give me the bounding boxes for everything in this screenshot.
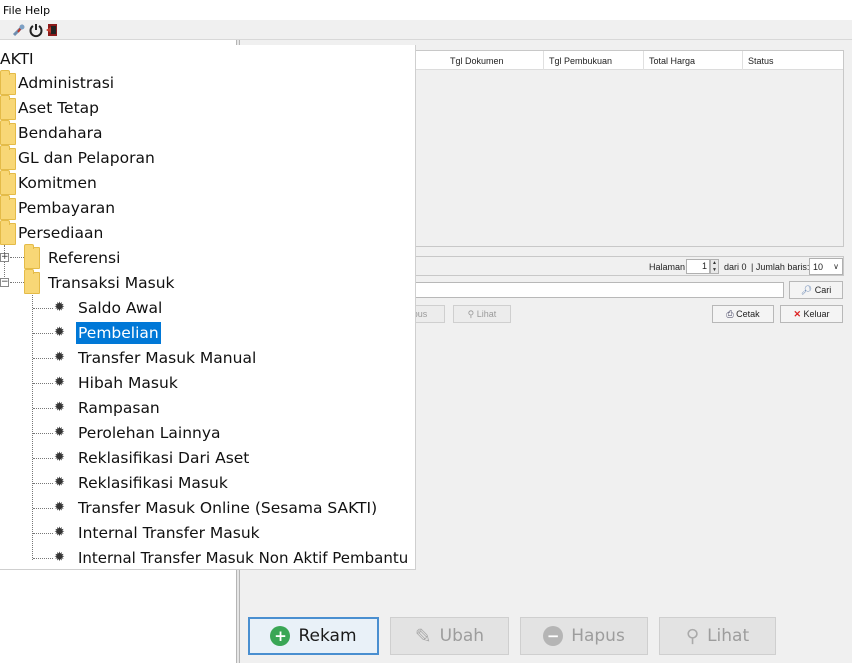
tree-item-bendahara[interactable]: Bendahara (18, 122, 103, 144)
folder-icon (0, 220, 16, 245)
module-tree: AKTI Administrasi Aset Tetap Bendahara G… (0, 45, 416, 570)
lihat-button[interactable]: ⚲ Lihat (659, 617, 776, 655)
tree-item-transfer-masuk-online[interactable]: Transfer Masuk Online (Sesama SAKTI) (78, 497, 377, 519)
tree-item-hibah-masuk[interactable]: Hibah Masuk (78, 372, 178, 394)
tree-item-reklasifikasi-dari-aset[interactable]: Reklasifikasi Dari Aset (78, 447, 249, 469)
tree-item-perolehan-lainnya[interactable]: Perolehan Lainnya (78, 422, 221, 444)
tree-item-rampasan[interactable]: Rampasan (78, 397, 160, 419)
folder-icon (24, 244, 40, 269)
gear-icon: ✹ (54, 500, 65, 515)
printer-icon: ⎙ (726, 309, 734, 319)
gear-icon: ✹ (54, 375, 65, 390)
folder-icon (0, 95, 16, 120)
remove-icon: − (543, 626, 564, 646)
gear-icon: ✹ (54, 525, 65, 540)
page-number-input[interactable]: 1 (686, 259, 710, 274)
page-spinner[interactable]: ▲ ▼ (710, 259, 719, 274)
magnifier-icon: ⚲ (467, 309, 475, 319)
page-label: Halaman (649, 262, 686, 272)
tree-item-reklasifikasi-masuk[interactable]: Reklasifikasi Masuk (78, 472, 228, 494)
tree-item-transaksi-masuk[interactable]: Transaksi Masuk (48, 272, 175, 294)
tree-item-referensi[interactable]: Referensi (48, 247, 120, 269)
tree-item-administrasi[interactable]: Administrasi (18, 72, 114, 94)
tree-item-saldo-awal[interactable]: Saldo Awal (78, 297, 162, 319)
folder-icon (0, 145, 16, 170)
toolbar (0, 20, 852, 40)
pencil-icon: ✎ (414, 624, 432, 648)
col-tgl-dokumen[interactable]: Tgl Dokumen (450, 56, 504, 66)
tree-item-gl-dan-pelaporan[interactable]: GL dan Pelaporan (18, 147, 155, 169)
gear-icon: ✹ (54, 400, 65, 415)
search-icon: 🔎︎ (800, 285, 813, 295)
col-tgl-pembukuan[interactable]: Tgl Pembukuan (549, 56, 612, 66)
gear-icon: ✹ (54, 350, 65, 365)
folder-icon (0, 195, 16, 220)
folder-icon (0, 70, 16, 95)
gear-icon: ✹ (54, 425, 65, 440)
search-icon: ⚲ (685, 625, 700, 647)
rekam-button[interactable]: + Rekam (248, 617, 379, 655)
search-button[interactable]: 🔎︎ Cari (789, 281, 843, 299)
add-icon: + (270, 626, 291, 646)
gear-icon: ✹ (54, 450, 65, 465)
col-total-harga[interactable]: Total Harga (649, 56, 695, 66)
tree-item-transfer-masuk-manual[interactable]: Transfer Masuk Manual (78, 347, 256, 369)
gear-icon: ✹ (54, 300, 65, 315)
tree-item-pembayaran[interactable]: Pembayaran (18, 197, 115, 219)
rows-label: | Jumlah baris: (751, 262, 810, 272)
gear-icon: ✹ (54, 550, 65, 565)
collapse-icon[interactable]: − (0, 278, 9, 287)
chevron-down-icon: ∨ (833, 262, 839, 271)
gear-icon: ✹ (54, 475, 65, 490)
menu-bar: File Help (0, 0, 852, 20)
tree-item-internal-transfer-masuk[interactable]: Internal Transfer Masuk (78, 522, 260, 544)
tree-item-internal-transfer-masuk-non-aktif[interactable]: Internal Transfer Masuk Non Aktif Pemban… (78, 547, 408, 569)
folder-icon (24, 269, 40, 294)
menu-help[interactable]: Help (25, 4, 50, 17)
rows-per-page-select[interactable]: 10 ∨ (809, 258, 843, 275)
view-small-button[interactable]: ⚲ Lihat (453, 305, 511, 323)
expand-icon[interactable]: + (0, 253, 9, 262)
tree-item-aset-tetap[interactable]: Aset Tetap (18, 97, 99, 119)
folder-icon (0, 170, 16, 195)
tree-item-pembelian[interactable]: Pembelian (76, 322, 161, 344)
tree-item-persediaan[interactable]: Persediaan (18, 222, 103, 244)
exit-button[interactable]: ✕ Keluar (780, 305, 843, 323)
gear-icon: ✹ (54, 325, 65, 340)
close-icon: ✕ (793, 309, 801, 319)
ubah-button[interactable]: ✎ Ubah (390, 617, 509, 655)
page-total-label: dari 0 (724, 262, 747, 272)
menu-file[interactable]: File (3, 4, 21, 17)
col-status[interactable]: Status (748, 56, 774, 66)
exit-icon[interactable] (45, 22, 61, 38)
folder-icon (0, 120, 16, 145)
hapus-button[interactable]: − Hapus (520, 617, 648, 655)
tree-root[interactable]: AKTI (0, 48, 34, 70)
power-icon[interactable] (28, 22, 44, 38)
tree-item-komitmen[interactable]: Komitmen (18, 172, 97, 194)
print-button[interactable]: ⎙ Cetak (712, 305, 774, 323)
tools-icon[interactable] (11, 22, 27, 38)
